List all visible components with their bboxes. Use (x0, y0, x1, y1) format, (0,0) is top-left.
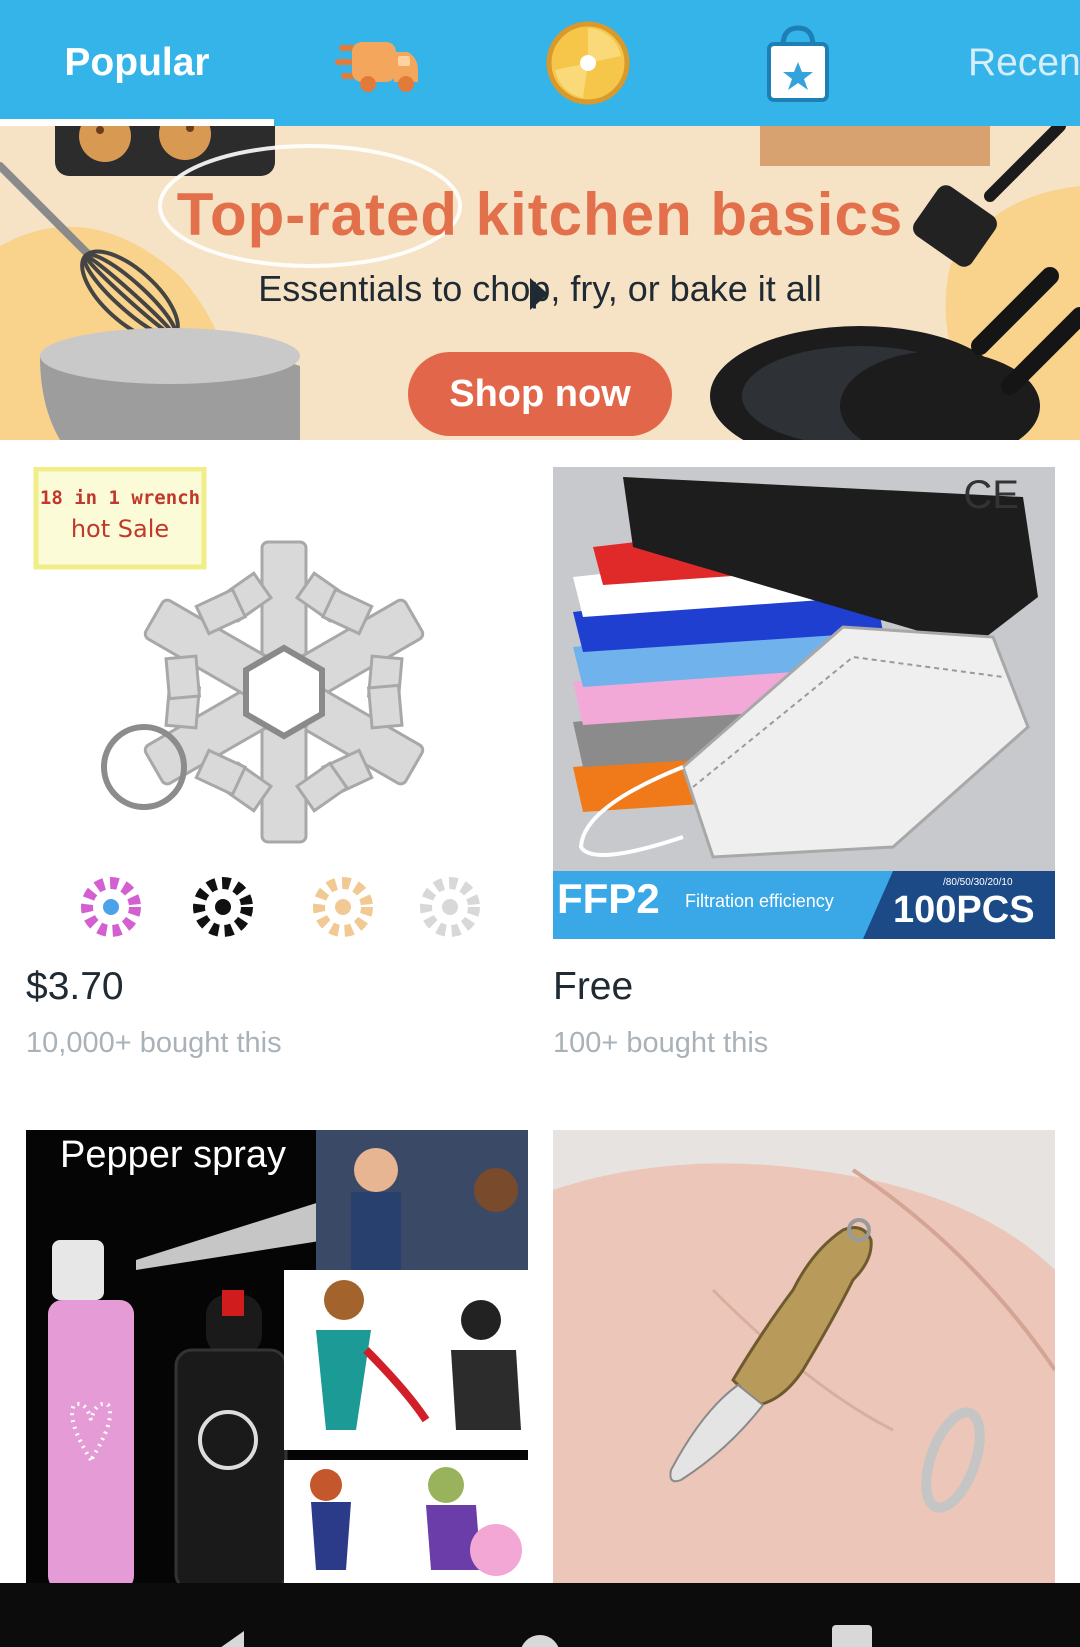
active-tab-indicator (0, 119, 274, 126)
recents-icon[interactable] (832, 1625, 872, 1647)
tab-daily-spin[interactable] (543, 18, 633, 108)
banner-title: Top-rated kitchen basics (176, 181, 904, 248)
product-card[interactable]: Pepper spray (26, 1130, 528, 1583)
delivery-truck-icon (335, 42, 418, 92)
banner-subtitle: Essentials to chop, fry, or bake it all (258, 268, 822, 309)
product-sales-count: 100+ bought this (553, 1027, 769, 1059)
daily-spin-wheel-icon (546, 21, 630, 105)
home-icon[interactable] (520, 1635, 560, 1647)
tab-recent-label: Recen (968, 41, 1080, 84)
shopping-bag-star-icon (767, 25, 829, 102)
tab-wishlist[interactable] (753, 18, 843, 108)
product-card[interactable]: 18 in 1 wrench hot Sale $3.70 10,000+ bo… (26, 467, 528, 1067)
pieces-label: 100PCS (893, 889, 1035, 931)
ffp2-masks-image (553, 467, 1055, 939)
filtration-label: Filtration efficiency (685, 891, 834, 911)
product-card[interactable] (553, 1130, 1055, 1583)
system-navigation-bar (0, 1583, 1080, 1647)
product-sales-count: 10,000+ bought this (26, 1027, 282, 1059)
product-card[interactable]: CE FFP2 Filtration efficiency /80/50/30/… (553, 467, 1055, 1067)
nav-icons (210, 1625, 872, 1647)
eagle-knife-image (553, 1130, 1055, 1583)
badge-subtitle: hot Sale (70, 515, 170, 543)
product-image[interactable]: CE FFP2 Filtration efficiency /80/50/30/… (553, 467, 1055, 939)
tab-recent[interactable]: Recen (968, 0, 1080, 126)
pack-sizes-label: /80/50/30/20/10 (943, 877, 1013, 888)
product-price: $3.70 (26, 965, 124, 1008)
image-caption: Pepper spray (60, 1134, 287, 1176)
product-image[interactable]: Pepper spray (26, 1130, 528, 1583)
back-icon[interactable] (210, 1631, 244, 1647)
tab-popular-label: Popular (64, 41, 210, 84)
tab-delivery[interactable] (334, 18, 424, 108)
promo-banner[interactable]: Top-rated kitchen basics Essentials to c… (0, 126, 1080, 440)
tab-popular[interactable]: Popular (0, 0, 274, 126)
product-image[interactable] (553, 1130, 1055, 1583)
product-image[interactable]: 18 in 1 wrench hot Sale (26, 467, 528, 939)
badge-title: 18 in 1 wrench (39, 487, 201, 509)
pepper-spray-image (26, 1130, 528, 1583)
top-tab-bar: Popular Recen (0, 0, 1080, 126)
shop-now-button[interactable]: Shop now (408, 352, 672, 436)
product-price: Free (553, 965, 634, 1008)
ce-mark: CE (963, 473, 1019, 517)
ffp2-label: FFP2 (557, 875, 660, 922)
